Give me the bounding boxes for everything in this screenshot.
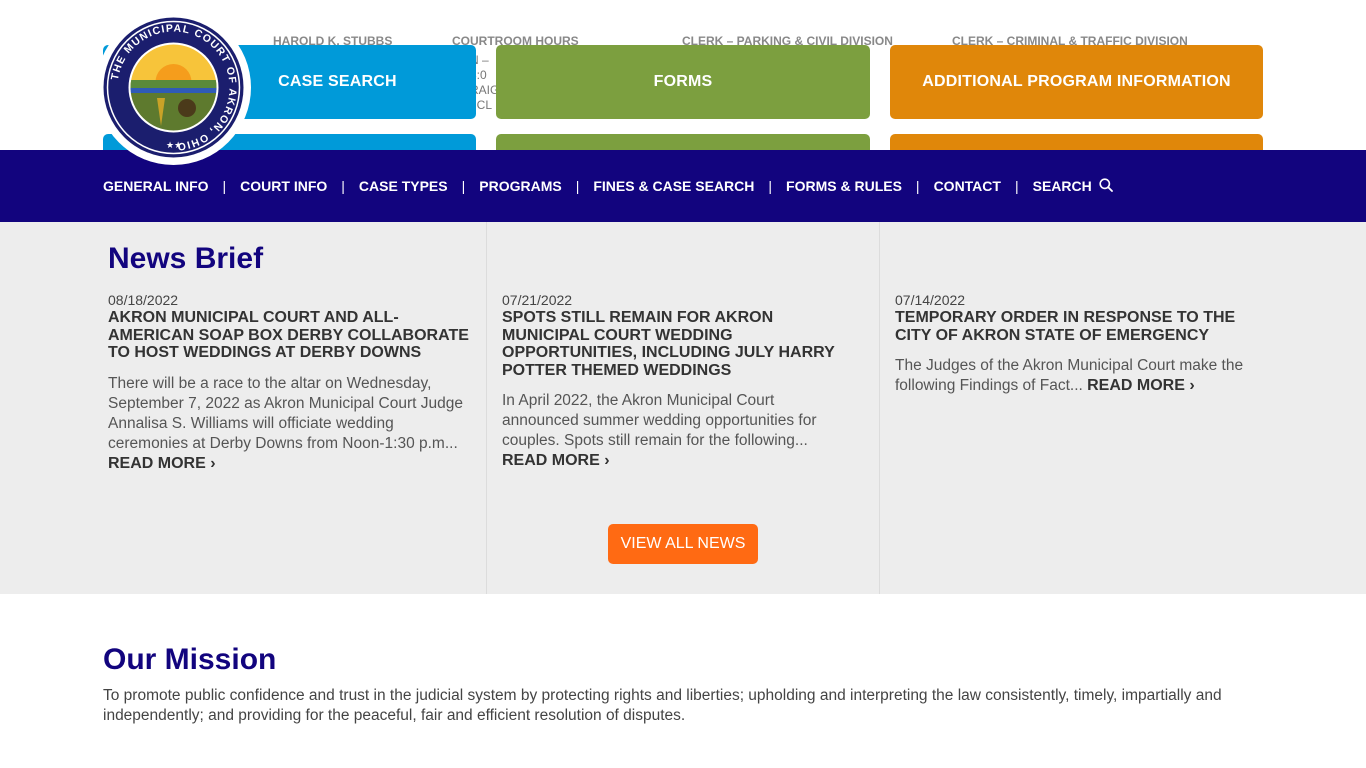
nav-search-label: SEARCH xyxy=(1032,178,1092,194)
nav-forms-rules[interactable]: FORMS & RULES xyxy=(786,178,902,194)
news-article-1: 08/18/2022 AKRON MUNICIPAL COURT AND ALL… xyxy=(108,292,478,474)
forms-tile[interactable]: FORMS xyxy=(496,45,870,119)
seal-graphic: THE MUNICIPAL COURT OF AKRON, OHIO ★★ xyxy=(103,17,244,158)
forms-label: FORMS xyxy=(653,73,713,90)
view-all-news-button[interactable]: VIEW ALL NEWS xyxy=(608,524,758,564)
nav-separator: | xyxy=(915,178,920,194)
news-brief-title: News Brief xyxy=(108,242,264,275)
nav-general-info[interactable]: GENERAL INFO xyxy=(103,178,209,194)
article-headline[interactable]: AKRON MUNICIPAL COURT AND ALL-AMERICAN S… xyxy=(108,309,478,362)
read-more-link[interactable]: READ MORE › xyxy=(502,451,610,471)
article-headline[interactable]: TEMPORARY ORDER IN RESPONSE TO THE CITY … xyxy=(895,309,1263,344)
nav-separator: | xyxy=(341,178,345,194)
article-date: 07/21/2022 xyxy=(502,292,573,308)
news-article-2: 07/21/2022 SPOTS STILL REMAIN FOR AKRON … xyxy=(502,292,852,471)
main-nav: GENERAL INFO | COURT INFO | CASE TYPES |… xyxy=(0,150,1366,222)
additional-program-label: ADDITIONAL PROGRAM INFORMATION xyxy=(922,73,1231,90)
article-excerpt: The Judges of the Akron Municipal Court … xyxy=(895,356,1263,396)
article-excerpt: There will be a race to the altar on Wed… xyxy=(108,374,478,474)
nav-search[interactable]: SEARCH xyxy=(1032,177,1113,195)
nav-contact[interactable]: CONTACT xyxy=(934,178,1001,194)
column-divider xyxy=(486,222,487,594)
article-date: 08/18/2022 xyxy=(108,292,179,308)
column-divider xyxy=(879,222,880,594)
nav-fines-case-search[interactable]: FINES & CASE SEARCH xyxy=(593,178,754,194)
article-excerpt-text: In April 2022, the Akron Municipal Court… xyxy=(502,392,817,449)
case-search-label: CASE SEARCH xyxy=(278,73,397,90)
svg-text:★★: ★★ xyxy=(166,140,182,150)
news-brief-section: News Brief 08/18/2022 AKRON MUNICIPAL CO… xyxy=(0,222,1366,594)
article-date: 07/14/2022 xyxy=(895,292,966,308)
nav-court-info[interactable]: COURT INFO xyxy=(240,178,327,194)
article-headline[interactable]: SPOTS STILL REMAIN FOR AKRON MUNICIPAL C… xyxy=(502,309,852,379)
nav-separator: | xyxy=(1014,178,1019,194)
mission-title: Our Mission xyxy=(103,643,277,676)
read-more-link[interactable]: READ MORE › xyxy=(108,454,216,474)
news-article-3: 07/14/2022 TEMPORARY ORDER IN RESPONSE T… xyxy=(895,292,1263,396)
article-excerpt-text: There will be a race to the altar on Wed… xyxy=(108,374,463,452)
nav-separator: | xyxy=(222,178,227,194)
page: HAROLD K. STUBBS COURTROOM HOURS CLERK –… xyxy=(0,0,1366,768)
court-seal-logo[interactable]: THE MUNICIPAL COURT OF AKRON, OHIO ★★ xyxy=(96,10,251,165)
nav-separator: | xyxy=(768,178,773,194)
article-excerpt: In April 2022, the Akron Municipal Court… xyxy=(502,391,852,471)
additional-program-tile[interactable]: ADDITIONAL PROGRAM INFORMATION xyxy=(890,45,1263,119)
nav-separator: | xyxy=(461,178,466,194)
search-icon[interactable] xyxy=(1099,177,1113,195)
nav-case-types[interactable]: CASE TYPES xyxy=(359,178,448,194)
nav-separator: | xyxy=(575,178,580,194)
read-more-link[interactable]: READ MORE › xyxy=(1087,376,1195,396)
nav-programs[interactable]: PROGRAMS xyxy=(479,178,561,194)
mission-text: To promote public confidence and trust i… xyxy=(103,687,1222,724)
